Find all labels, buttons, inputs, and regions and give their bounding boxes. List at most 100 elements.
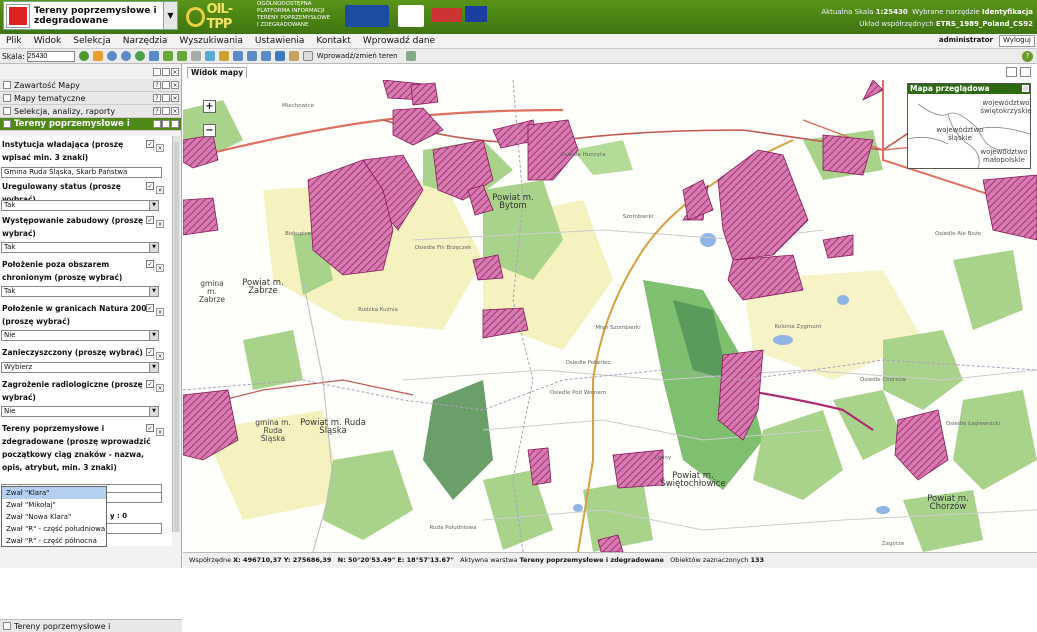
- search-icon[interactable]: [190, 51, 201, 61]
- natura-select[interactable]: Nie ▼: [1, 330, 159, 341]
- help-icon[interactable]: ?: [153, 81, 161, 89]
- clear-icon[interactable]: ×: [156, 384, 164, 392]
- autocomplete-item[interactable]: Zwał "Mikołaj": [2, 499, 106, 511]
- buildings-select[interactable]: Tak ▼: [1, 242, 159, 253]
- printer-icon[interactable]: [405, 51, 416, 61]
- help-icon[interactable]: ?: [153, 107, 161, 115]
- zoom-in-icon[interactable]: [106, 51, 117, 61]
- clear-icon[interactable]: ×: [156, 186, 164, 194]
- region-logo: [398, 5, 424, 27]
- zoom-out-icon[interactable]: [120, 51, 131, 61]
- print-icon[interactable]: [260, 51, 271, 61]
- hidden-input[interactable]: [104, 492, 162, 503]
- radiology-select[interactable]: Nie ▼: [1, 406, 159, 417]
- clear-icon[interactable]: ×: [156, 308, 164, 316]
- back-icon[interactable]: [162, 51, 173, 61]
- status-select[interactable]: Tak ▼: [1, 200, 159, 211]
- panel-thematic-maps[interactable]: Mapy tematyczne ? ×: [0, 92, 181, 105]
- menu-contact[interactable]: Kontakt: [310, 36, 356, 46]
- panel-brownfields-bottom[interactable]: Tereny poprzemysłowe i: [0, 619, 182, 632]
- map-canvas[interactable]: + − Powiat m. Bytom Powiat m. Zabrze Pow…: [183, 80, 1037, 552]
- close-icon[interactable]: ×: [171, 81, 179, 89]
- field-checkbox[interactable]: ✓: [146, 182, 154, 190]
- zoom-box-icon[interactable]: [148, 51, 159, 61]
- clear-icon[interactable]: ×: [156, 264, 164, 272]
- layer-selector[interactable]: Tereny poprzemysłowe i zdegradowane ▼: [3, 1, 178, 30]
- field-checkbox[interactable]: ✓: [146, 216, 154, 224]
- minimize-icon[interactable]: [162, 120, 170, 128]
- fullscreen-icon[interactable]: [1020, 67, 1031, 77]
- table-icon[interactable]: [288, 51, 299, 61]
- zoom-out-button[interactable]: −: [203, 124, 216, 137]
- autocomplete-item[interactable]: Zwał "R" - część południowa: [2, 523, 106, 535]
- menu-settings[interactable]: Ustawienia: [249, 36, 310, 46]
- panel-map-contents[interactable]: Zawartość Mapy ? ×: [0, 79, 181, 92]
- logout-button[interactable]: Wyloguj: [999, 35, 1035, 47]
- protected-select[interactable]: Tak ▼: [1, 286, 159, 297]
- help-icon[interactable]: ?: [153, 94, 161, 102]
- contaminated-select[interactable]: Wybierz ▼: [1, 362, 159, 373]
- field-checkbox[interactable]: ✓: [146, 380, 154, 388]
- edit-area-icon[interactable]: [302, 51, 313, 61]
- sidebar-controls: ×: [0, 64, 181, 79]
- menu-tools[interactable]: Narzędzia: [117, 36, 174, 46]
- autocomplete-item[interactable]: Zwał "Nowa Klara": [2, 511, 106, 523]
- field-checkbox[interactable]: ✓: [146, 424, 154, 432]
- close-icon[interactable]: ×: [171, 94, 179, 102]
- info-icon[interactable]: [78, 51, 89, 61]
- forest: [833, 390, 903, 460]
- pan-icon[interactable]: [92, 51, 103, 61]
- help-icon[interactable]: ?: [1022, 51, 1033, 62]
- scale-input[interactable]: [26, 50, 75, 62]
- collapse-icon[interactable]: [162, 67, 170, 76]
- clear-icon[interactable]: ×: [156, 428, 164, 436]
- owner-input[interactable]: Gmina Ruda Śląska, Skarb Państwa: [1, 167, 162, 178]
- sidebar-scrollbar[interactable]: [172, 136, 180, 532]
- field-checkbox[interactable]: ✓: [146, 348, 154, 356]
- close-icon[interactable]: ×: [171, 120, 179, 128]
- menu-selection[interactable]: Selekcja: [67, 36, 116, 46]
- close-icon[interactable]: ×: [171, 107, 179, 115]
- clear-icon[interactable]: ×: [156, 352, 164, 360]
- export-icon[interactable]: [274, 51, 285, 61]
- autocomplete-item[interactable]: Zwał "Klara": [2, 487, 106, 499]
- zoom-in-button[interactable]: +: [203, 100, 216, 113]
- field-checkbox[interactable]: ✓: [146, 260, 154, 268]
- field-checkbox[interactable]: ✓: [146, 140, 154, 148]
- chevron-down-icon[interactable]: ▼: [163, 2, 177, 29]
- forest-dark: [423, 380, 493, 500]
- menu-search[interactable]: Wyszukiwania: [173, 36, 249, 46]
- field-label: Położenie poza obszarem chronionym (pros…: [2, 260, 123, 282]
- select-icon[interactable]: [204, 51, 215, 61]
- expand-icon[interactable]: [153, 67, 161, 76]
- edit-area-button[interactable]: Wprowadź/zmień teren: [317, 52, 398, 60]
- full-extent-icon[interactable]: [134, 51, 145, 61]
- map-toolbar: Skala: Wprowadź/zmień teren ?: [0, 49, 1037, 64]
- hidden-input[interactable]: [104, 523, 162, 534]
- clear-icon[interactable]: ×: [156, 220, 164, 228]
- minimize-icon[interactable]: [162, 81, 170, 89]
- clear-icon[interactable]: ×: [156, 144, 164, 152]
- menu-enter-data[interactable]: Wprowadź dane: [357, 36, 441, 46]
- forward-icon[interactable]: [176, 51, 187, 61]
- brownfield-icon: [3, 622, 11, 630]
- help-icon[interactable]: ?: [153, 120, 161, 128]
- tab-map-view[interactable]: Widok mapy: [187, 67, 248, 78]
- field-checkbox[interactable]: ✓: [146, 304, 154, 312]
- overview-map[interactable]: Mapa przeglądowa województwo świętokrzys…: [907, 83, 1032, 169]
- area-icon[interactable]: [246, 51, 257, 61]
- pencil-icon[interactable]: [218, 51, 229, 61]
- panel-selection[interactable]: Selekcja, analizy, raporty ? ×: [0, 105, 181, 118]
- close-icon[interactable]: [1022, 85, 1029, 92]
- close-icon[interactable]: ×: [171, 67, 179, 76]
- minimize-icon[interactable]: [162, 94, 170, 102]
- field-label: Instytucja władająca (proszę wpisać min.…: [2, 140, 124, 162]
- chevron-down-icon: ▼: [149, 287, 158, 296]
- menu-file[interactable]: Plik: [0, 36, 28, 46]
- panel-brownfields[interactable]: Tereny poprzemysłowe i ? ×: [0, 118, 181, 131]
- comment-icon[interactable]: [1006, 67, 1017, 77]
- measure-icon[interactable]: [232, 51, 243, 61]
- autocomplete-item[interactable]: Zwał "R" - część północna: [2, 535, 106, 547]
- menu-view[interactable]: Widok: [28, 36, 68, 46]
- minimize-icon[interactable]: [162, 107, 170, 115]
